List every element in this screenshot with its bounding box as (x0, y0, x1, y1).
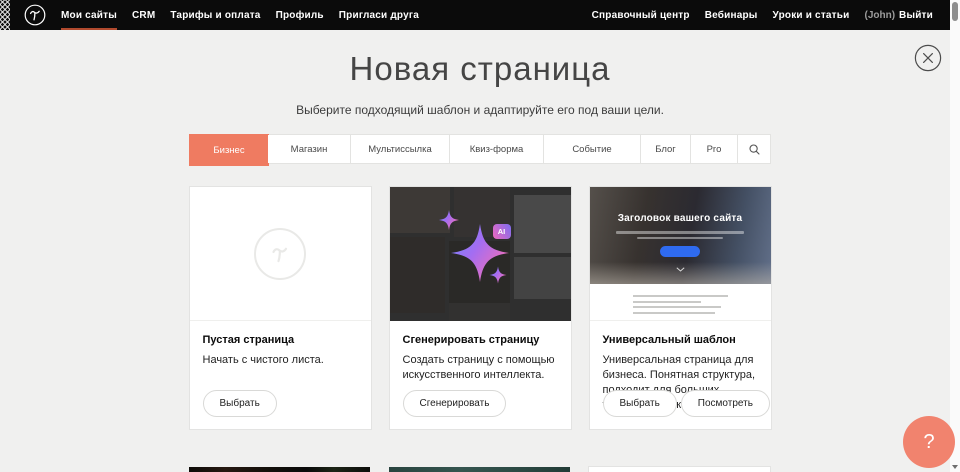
sparkle-icon (390, 187, 571, 321)
template-card-universal[interactable]: Заголовок вашего сайта (590, 187, 771, 429)
nav-plans-payment[interactable]: Тарифы и оплата (170, 0, 260, 30)
tab-search[interactable] (738, 135, 770, 163)
scrollbar[interactable] (950, 0, 960, 472)
card-title: Пустая страница (203, 334, 358, 346)
tab-blog[interactable]: Блог (641, 135, 691, 163)
preview-button[interactable]: Посмотреть (681, 390, 770, 417)
nav-profile[interactable]: Профиль (276, 0, 324, 30)
template-card-ai-generate[interactable]: AI Сгенерировать страницу Создать страни… (390, 187, 571, 429)
tab-business[interactable]: Бизнес (189, 134, 269, 166)
nav-help-center[interactable]: Справочный центр (592, 0, 690, 30)
tab-event[interactable]: Событие (544, 135, 641, 163)
logout-link[interactable]: Выйти (899, 0, 933, 30)
user-name: (John) (864, 10, 895, 21)
nav-lessons-articles[interactable]: Уроки и статьи (773, 0, 850, 30)
card-description: Создать страницу с помощью искусственног… (403, 353, 558, 383)
nav-webinars[interactable]: Вебинары (705, 0, 758, 30)
ai-preview-collage: AI (390, 187, 571, 321)
next-template-row (189, 467, 770, 472)
hero-text-line (637, 237, 723, 240)
nav-invite-friend[interactable]: Пригласи друга (339, 0, 419, 30)
template-hero-section: Заголовок вашего сайта (590, 187, 771, 284)
card-title: Универсальный шаблон (603, 334, 758, 346)
tab-quiz-form[interactable]: Квиз-форма (450, 135, 544, 163)
template-card-partial[interactable] (589, 467, 770, 472)
template-card-partial[interactable] (189, 467, 370, 472)
topbar: Мои сайты CRM Тарифы и оплата Профиль Пр… (0, 0, 950, 30)
scrollbar-down-arrow-icon[interactable] (952, 465, 958, 469)
ai-badge: AI (493, 224, 511, 239)
tab-multilink[interactable]: Мультиссылка (351, 135, 450, 163)
help-button[interactable]: ? (903, 416, 955, 468)
user-session: (John) Выйти (864, 0, 933, 30)
search-icon (749, 144, 760, 155)
nav-my-sites[interactable]: Мои сайты (61, 0, 117, 30)
edge-pattern-decoration (0, 0, 10, 30)
blank-page-preview (190, 187, 371, 321)
tilda-logo-icon[interactable] (24, 4, 46, 26)
hero-cta-button (660, 246, 700, 257)
template-hero-heading: Заголовок вашего сайта (590, 187, 771, 224)
tab-store[interactable]: Магазин (268, 135, 351, 163)
chevron-down-icon (590, 259, 771, 277)
choose-button[interactable]: Выбрать (603, 390, 677, 417)
close-button[interactable] (914, 44, 942, 72)
template-card-partial[interactable] (389, 467, 570, 472)
card-description: Начать с чистого листа. (203, 353, 358, 368)
tilda-mark-icon (265, 239, 295, 269)
hero-text-line (616, 231, 744, 234)
question-icon: ? (923, 431, 934, 454)
template-category-tabs: Бизнес Магазин Мультиссылка Квиз-форма С… (189, 134, 771, 164)
universal-template-preview: Заголовок вашего сайта (590, 187, 771, 321)
tab-pro[interactable]: Pro (691, 135, 738, 163)
generate-button[interactable]: Сгенерировать (403, 390, 507, 417)
close-icon (914, 44, 942, 72)
template-cards-row: Пустая страница Начать с чистого листа. … (190, 187, 771, 429)
scrollbar-thumb[interactable] (952, 2, 958, 21)
new-page-modal: Новая страница Выберите подходящий шабло… (0, 0, 960, 429)
nav-crm[interactable]: CRM (132, 0, 155, 30)
main-nav: Мои сайты CRM Тарифы и оплата Профиль Пр… (61, 0, 419, 30)
template-card-blank-page[interactable]: Пустая страница Начать с чистого листа. … (190, 187, 371, 429)
card-title: Сгенерировать страницу (403, 334, 558, 346)
choose-button[interactable]: Выбрать (203, 390, 277, 417)
template-text-section (590, 284, 771, 320)
tilda-mark-circle (254, 228, 306, 280)
page-subtitle: Выберите подходящий шаблон и адаптируйте… (0, 103, 960, 117)
secondary-nav: Справочный центр Вебинары Уроки и статьи… (592, 0, 933, 30)
